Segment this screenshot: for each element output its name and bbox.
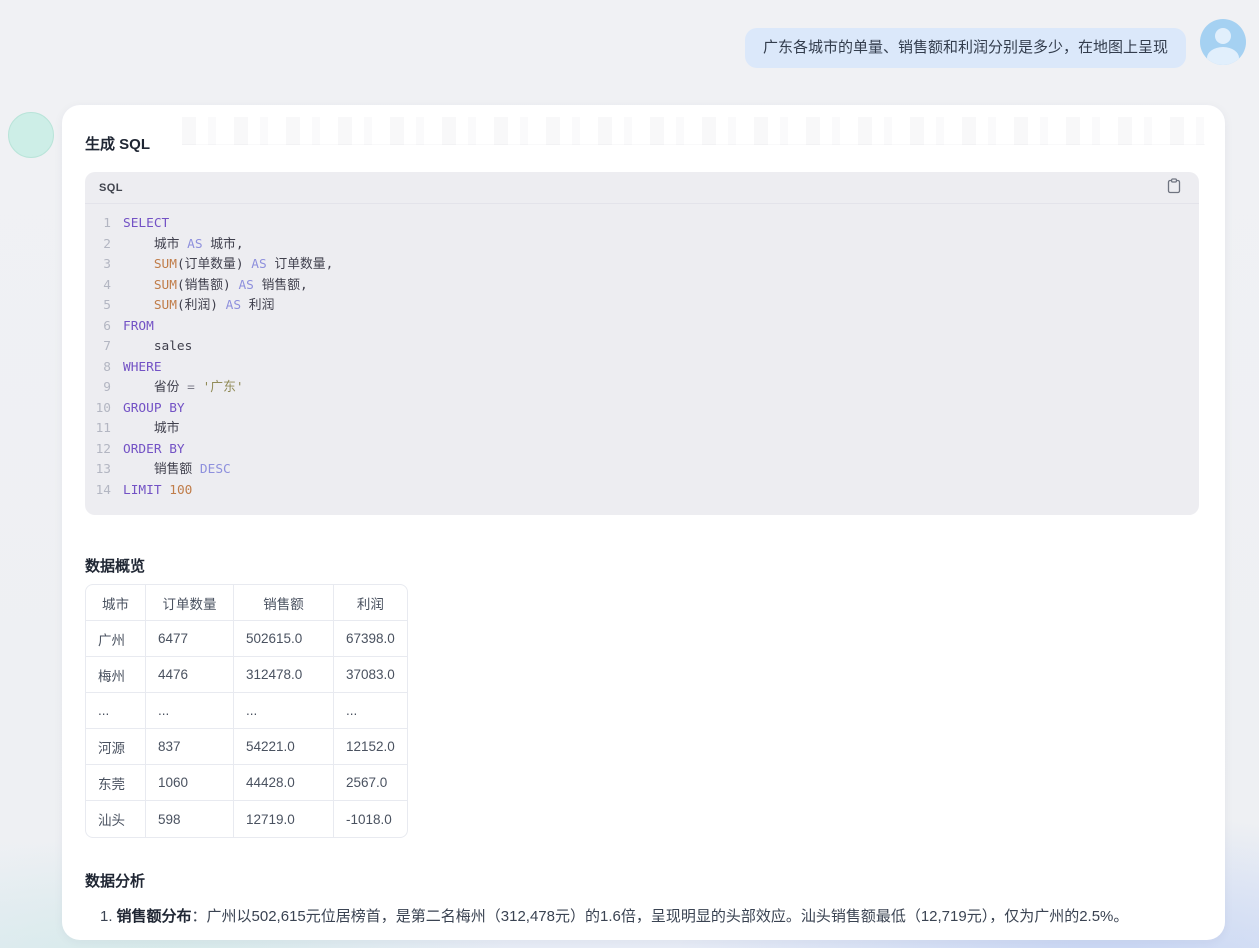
- table-row: 广州6477502615.067398.0: [86, 621, 407, 657]
- code-line: 5 SUM(利润) AS 利润: [85, 296, 1199, 317]
- code-line: 3 SUM(订单数量) AS 订单数量,: [85, 255, 1199, 276]
- table-cell: 河源: [86, 729, 146, 765]
- table-row: 汕头59812719.0-1018.0: [86, 801, 407, 837]
- table-column-header: 订单数量: [146, 585, 234, 621]
- code-line: 12ORDER BY: [85, 440, 1199, 461]
- data-analysis-title: 数据分析: [85, 870, 1200, 891]
- user-person-icon: [1215, 28, 1231, 44]
- table-header-row: 城市订单数量销售额利润: [86, 585, 407, 621]
- code-line: 7 sales: [85, 337, 1199, 358]
- table-cell: ...: [334, 693, 407, 729]
- sql-code-header: SQL: [85, 172, 1199, 204]
- analysis-item: 1.销售额分布：广州以502,615元位居榜首，是第二名梅州（312,478元）…: [85, 903, 1200, 931]
- table-cell: 44428.0: [234, 765, 334, 801]
- table-row: 梅州4476312478.037083.0: [86, 657, 407, 693]
- code-line: 13 销售额 DESC: [85, 460, 1199, 481]
- sql-section-title: 生成 SQL: [85, 133, 1200, 154]
- data-preview-title: 数据概览: [85, 555, 1200, 576]
- table-cell: 37083.0: [334, 657, 407, 693]
- table-cell: 12719.0: [234, 801, 334, 837]
- code-line: 11 城市: [85, 419, 1199, 440]
- table-row: ............: [86, 693, 407, 729]
- code-line: 9 省份 = '广东': [85, 378, 1199, 399]
- table-cell: 东莞: [86, 765, 146, 801]
- table-cell: 广州: [86, 621, 146, 657]
- assistant-avatar: [8, 112, 54, 158]
- table-cell: 502615.0: [234, 621, 334, 657]
- sql-code-lines: 1SELECT2 城市 AS 城市,3 SUM(订单数量) AS 订单数量,4 …: [85, 204, 1199, 515]
- table-cell: 4476: [146, 657, 234, 693]
- sql-code-block: SQL 1SELECT2 城市 AS 城市,3 SUM(订单数量) AS 订单数…: [85, 172, 1199, 515]
- assistant-message-row: 生成 SQL SQL 1SELECT2 城市 AS 城市,3 SUM(订单数量)…: [0, 105, 1259, 940]
- sql-language-label: SQL: [99, 182, 123, 194]
- assistant-response-card: 生成 SQL SQL 1SELECT2 城市 AS 城市,3 SUM(订单数量)…: [62, 105, 1225, 940]
- user-message-row: 广东各城市的单量、销售额和利润分别是多少，在地图上呈现: [0, 0, 1259, 68]
- code-line: 2 城市 AS 城市,: [85, 235, 1199, 256]
- table-cell: 6477: [146, 621, 234, 657]
- table-cell: ...: [86, 693, 146, 729]
- analysis-list: 1.销售额分布：广州以502,615元位居榜首，是第二名梅州（312,478元）…: [85, 903, 1200, 931]
- table-row: 河源83754221.012152.0: [86, 729, 407, 765]
- code-line: 4 SUM(销售额) AS 销售额,: [85, 276, 1199, 297]
- user-message-bubble: 广东各城市的单量、销售额和利润分别是多少，在地图上呈现: [745, 28, 1186, 68]
- table-column-header: 城市: [86, 585, 146, 621]
- table-cell: 2567.0: [334, 765, 407, 801]
- code-line: 8WHERE: [85, 358, 1199, 379]
- table-cell: 312478.0: [234, 657, 334, 693]
- code-line: 14LIMIT 100: [85, 481, 1199, 502]
- table-cell: -1018.0: [334, 801, 407, 837]
- code-line: 1SELECT: [85, 214, 1199, 235]
- table-cell: 12152.0: [334, 729, 407, 765]
- table-cell: ...: [234, 693, 334, 729]
- copy-sql-button[interactable]: [1165, 176, 1183, 199]
- data-preview-table: 城市订单数量销售额利润 广州6477502615.067398.0梅州44763…: [85, 584, 408, 838]
- table-body: 广州6477502615.067398.0梅州4476312478.037083…: [86, 621, 407, 837]
- clipboard-icon: [1167, 178, 1181, 197]
- table-cell: ...: [146, 693, 234, 729]
- table-column-header: 销售额: [234, 585, 334, 621]
- table-cell: 54221.0: [234, 729, 334, 765]
- table-cell: 梅州: [86, 657, 146, 693]
- table-cell: 汕头: [86, 801, 146, 837]
- table-row: 东莞106044428.02567.0: [86, 765, 407, 801]
- table-column-header: 利润: [334, 585, 407, 621]
- table-cell: 837: [146, 729, 234, 765]
- code-line: 6FROM: [85, 317, 1199, 338]
- code-line: 10GROUP BY: [85, 399, 1199, 420]
- table-cell: 1060: [146, 765, 234, 801]
- table-cell: 67398.0: [334, 621, 407, 657]
- table-cell: 598: [146, 801, 234, 837]
- user-avatar: [1200, 19, 1246, 65]
